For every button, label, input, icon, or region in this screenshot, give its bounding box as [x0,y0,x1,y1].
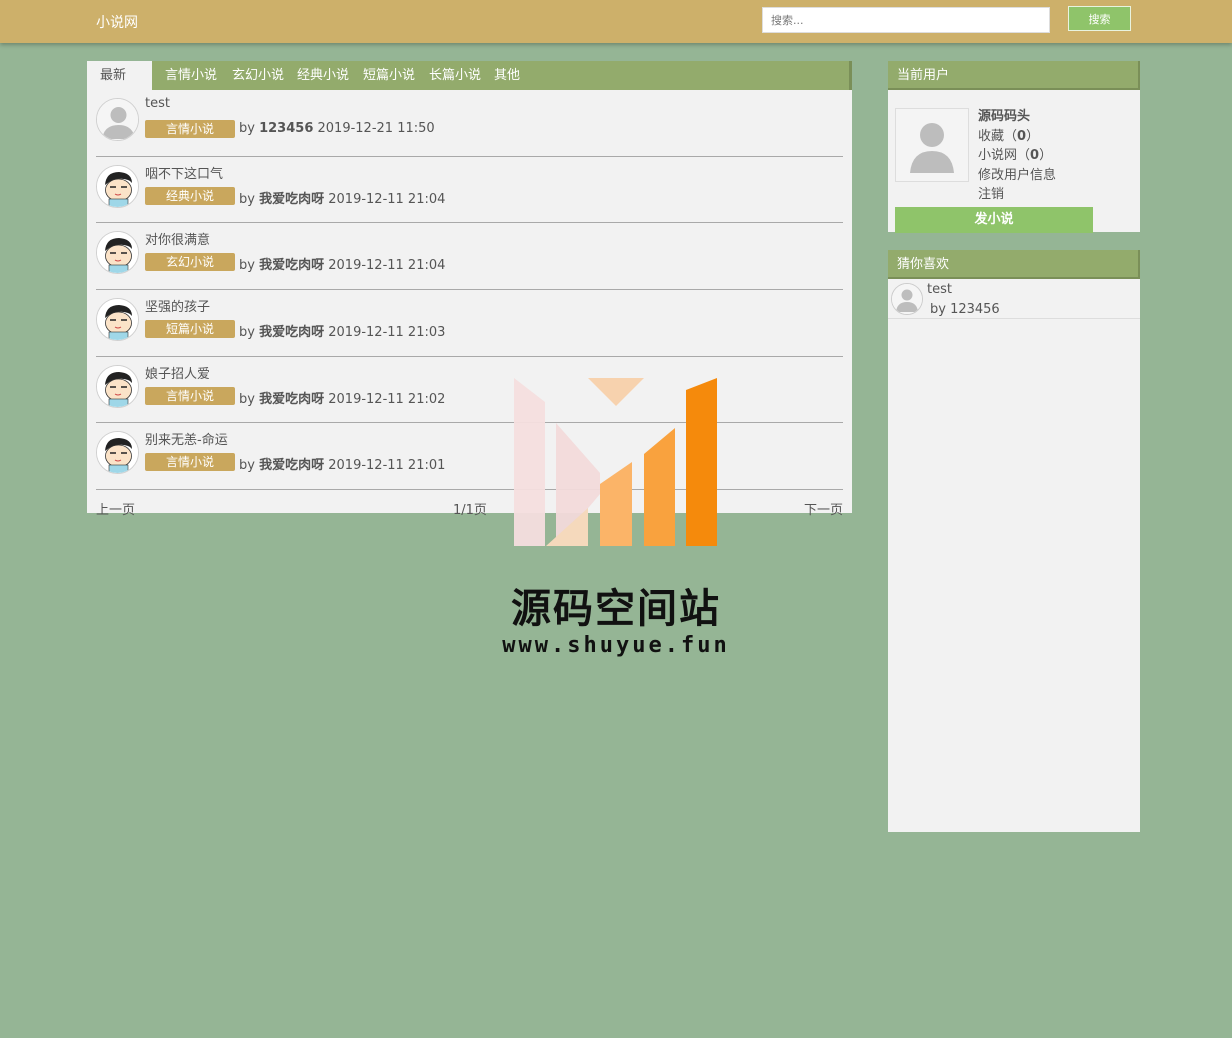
list-item[interactable]: 对你很满意 玄幻小说 by 我爱吃肉呀 2019-12-11 21:04 [96,223,843,291]
page-indicator: 1/1页 [453,503,487,519]
by-label: by [239,391,255,407]
novel-title-link[interactable]: 别来无恙-命运 [145,429,228,448]
post-meta: by 我爱吃肉呀 2019-12-11 21:02 [239,388,445,407]
category-badge[interactable]: 言情小说 [145,386,235,405]
favorites-label: 收藏（ [978,128,1018,144]
post-time: 2019-12-11 21:03 [328,325,446,341]
recommended-title[interactable]: test [927,282,952,297]
post-novel-button[interactable]: 发小说 [895,207,1093,233]
cartoon-boy-icon [96,298,139,342]
tab-fantasy[interactable]: 玄幻小说 [232,61,284,90]
post-meta: by 123456 2019-12-21 11:50 [239,121,435,136]
pagination: 上一页 1/1页 下一页 [96,490,843,523]
default-user-icon [96,98,139,141]
by-label: by [239,458,255,474]
recommended-item[interactable]: test by 123456 [888,279,1140,319]
author-name[interactable]: 我爱吃肉呀 [259,192,324,207]
edit-profile-link[interactable]: 修改用户信息 [978,166,1056,186]
favorites-close: ） [1026,128,1040,144]
post-time: 2019-12-11 21:04 [328,258,446,274]
user-avatar-icon [895,108,969,182]
tab-latest[interactable]: 最新 [87,61,152,90]
cartoon-boy-icon [96,364,139,408]
post-time: 2019-12-11 21:01 [328,458,446,474]
watermark-logo-icon [514,378,717,546]
post-time: 2019-12-11 21:04 [328,191,446,207]
list-item[interactable]: 别来无恙-命运 言情小说 by 我爱吃肉呀 2019-12-11 21:01 [96,423,843,491]
post-time: 2019-12-11 21:02 [328,391,446,407]
next-page-link[interactable]: 下一页 [804,499,843,518]
tab-other[interactable]: 其他 [494,61,520,90]
logout-link[interactable]: 注销 [978,185,1056,205]
author-name[interactable]: 我爱吃肉呀 [259,458,324,473]
post-meta: by 我爱吃肉呀 2019-12-11 21:03 [239,321,445,340]
novel-list: test 言情小说 by 123456 2019-12-21 11:50 咽不下… [87,90,852,523]
user-info: 源码码头 收藏（0） 小说网（0） 修改用户信息 注销 [978,107,1056,205]
top-navbar: 小说网 搜索 [0,0,1232,43]
cartoon-boy-icon [96,431,139,475]
novel-title-link[interactable]: test [145,96,170,111]
novels-count: 0 [1030,148,1040,163]
novel-list-panel: 最新 言情小说 玄幻小说 经典小说 短篇小说 长篇小说 其他 test 言情小说… [87,61,852,518]
default-user-icon [891,283,923,315]
category-tabs: 最新 言情小说 玄幻小说 经典小说 短篇小说 长篇小说 其他 [87,61,852,90]
tab-long-novel[interactable]: 长篇小说 [429,61,481,90]
recommended-author: by 123456 [930,302,1000,317]
category-badge[interactable]: 言情小说 [145,453,235,472]
category-badge[interactable]: 短篇小说 [145,320,235,339]
recommendation-panel: 猜你喜欢 test by 123456 [888,250,1140,832]
category-badge[interactable]: 经典小说 [145,186,235,205]
cartoon-boy-icon [96,231,139,275]
novels-close: ） [1039,148,1053,163]
list-item[interactable]: 娘子招人爱 言情小说 by 我爱吃肉呀 2019-12-11 21:02 [96,357,843,424]
prev-page-link[interactable]: 上一页 [96,499,135,518]
novel-title-link[interactable]: 咽不下这口气 [145,163,223,182]
username: 源码码头 [978,109,1031,124]
category-badge[interactable]: 言情小说 [145,120,235,138]
by-label: by [239,258,255,274]
by-label: by [239,191,255,207]
search-input[interactable] [762,7,1050,33]
author-name[interactable]: 我爱吃肉呀 [259,325,324,340]
favorites-count: 0 [1017,128,1027,144]
panel-heading: 猜你喜欢 [888,250,1140,279]
tab-classic[interactable]: 经典小说 [297,61,349,90]
author-name[interactable]: 我爱吃肉呀 [259,258,324,273]
author-name[interactable]: 我爱吃肉呀 [259,392,324,407]
post-meta: by 我爱吃肉呀 2019-12-11 21:01 [239,454,445,473]
by-label: by [239,325,255,341]
panel-heading: 当前用户 [888,61,1140,90]
tab-short-story[interactable]: 短篇小说 [363,61,415,90]
novel-title-link[interactable]: 对你很满意 [145,229,210,248]
search-button[interactable]: 搜索 [1068,6,1131,31]
author-name[interactable]: 123456 [259,121,313,136]
list-item[interactable]: test 言情小说 by 123456 2019-12-21 11:50 [96,90,843,157]
by-label: by [239,121,255,136]
site-brand-link[interactable]: 小说网 [96,12,138,32]
novel-title-link[interactable]: 娘子招人爱 [145,363,210,382]
my-novels-link[interactable]: 小说网（0） [978,146,1056,166]
current-user-panel: 当前用户 源码码头 收藏（0） 小说网（0） 修改用户信息 注销 发小说 [888,61,1140,233]
list-item[interactable]: 咽不下这口气 经典小说 by 我爱吃肉呀 2019-12-11 21:04 [96,157,843,224]
watermark-title: 源码空间站 [511,586,721,632]
category-badge[interactable]: 玄幻小说 [145,253,235,272]
novels-label: 小说网（ [978,148,1031,163]
post-meta: by 我爱吃肉呀 2019-12-11 21:04 [239,254,445,273]
novel-title-link[interactable]: 坚强的孩子 [145,296,210,315]
post-time: 2019-12-21 11:50 [317,121,435,136]
watermark-url: www.shuyue.fun [502,633,730,658]
favorites-link[interactable]: 收藏（0） [978,127,1056,147]
cartoon-boy-icon [96,164,139,208]
tab-romance[interactable]: 言情小说 [165,61,217,90]
post-meta: by 我爱吃肉呀 2019-12-11 21:04 [239,188,445,207]
list-item[interactable]: 坚强的孩子 短篇小说 by 我爱吃肉呀 2019-12-11 21:03 [96,290,843,357]
